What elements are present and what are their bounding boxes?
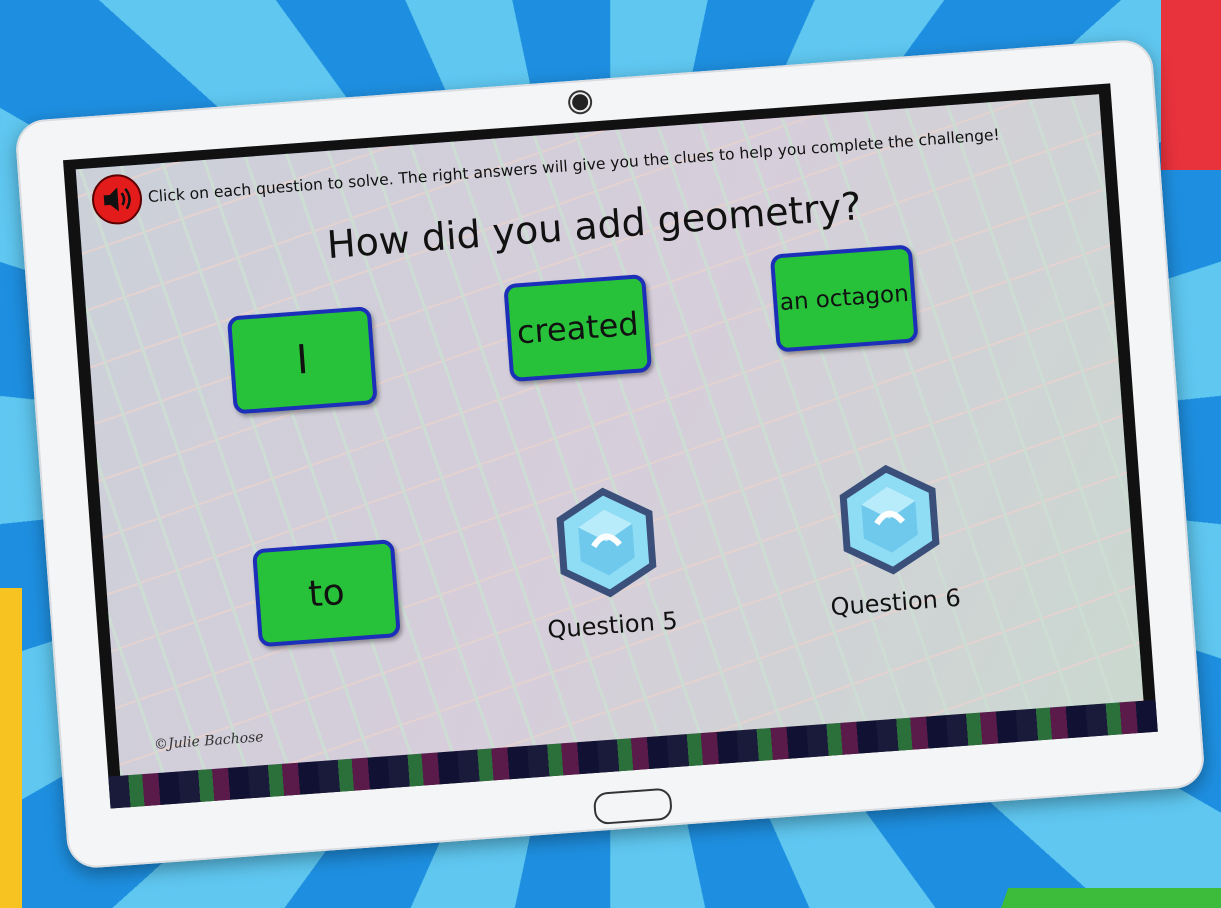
copyright-signature: ©Julie Bachose [153,729,265,754]
home-button[interactable] [592,787,673,826]
question-6-button[interactable]: Question 6 [815,456,966,622]
sound-button[interactable] [90,172,144,227]
answer-button-created[interactable]: created [503,273,653,383]
tablet-device: Click on each question to solve. The rig… [14,38,1206,870]
background-yellow-edge [0,588,22,908]
background-red-corner [1161,0,1221,170]
question-label: Question 5 [546,606,679,645]
background-green-edge [1001,888,1221,908]
game-screen: Click on each question to solve. The rig… [75,94,1144,776]
answer-label: created [515,304,640,352]
gem-icon [839,464,940,575]
answer-button-an-octagon[interactable]: an octagon [769,244,919,353]
speaker-icon [103,187,131,212]
question-label: Question 6 [829,583,962,622]
answer-button-i[interactable]: I [226,306,378,415]
answer-label: to [306,571,346,615]
answer-label: I [294,336,310,384]
gem-icon [556,487,657,598]
question-5-button[interactable]: Question 5 [532,479,683,645]
answer-button-to[interactable]: to [252,539,401,648]
answer-label: an octagon [778,280,910,317]
